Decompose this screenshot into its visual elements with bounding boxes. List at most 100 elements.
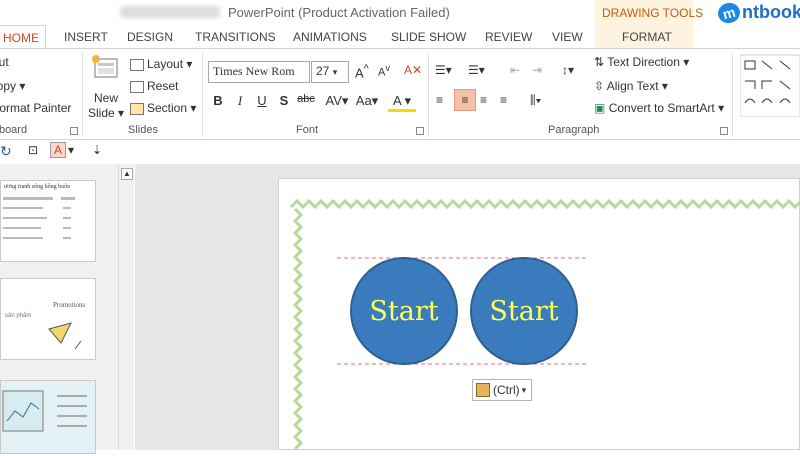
- slide-thumbnail[interactable]: [0, 380, 96, 454]
- align-text-icon: ⇳: [594, 79, 605, 93]
- text-direction-icon: ⇅: [594, 55, 605, 69]
- start-circle-shape[interactable]: Start: [470, 257, 578, 365]
- chevron-down-icon: ▾: [190, 101, 197, 115]
- justify-icon[interactable]: ≡: [500, 93, 507, 107]
- chart-thumbnail-icon: [2, 390, 87, 432]
- font-launcher-icon[interactable]: [416, 127, 424, 135]
- format-painter-label: Format Painter: [0, 101, 72, 115]
- paper-plane-icon: [48, 322, 82, 350]
- chevron-down-icon: ▾: [332, 67, 338, 77]
- layout-button[interactable]: Layout ▾: [130, 57, 192, 71]
- ribbon-tabs: HOME INSERT DESIGN TRANSITIONS ANIMATION…: [0, 25, 800, 50]
- quick-access-toolbar: ↻ ⊡ A ▾ ⇣: [0, 140, 800, 164]
- text-direction-button[interactable]: ⇅ Text Direction ▾: [594, 55, 689, 69]
- chevron-down-icon: ▾: [661, 79, 668, 93]
- format-painter-button[interactable]: Format Painter: [0, 101, 71, 115]
- slide-thumbnail[interactable]: Promotions sản phẩm: [0, 278, 96, 360]
- clear-formatting-icon[interactable]: A✕: [404, 63, 422, 77]
- thumbnail-title: ương tranh sông hồng buôn: [4, 184, 71, 190]
- tab-insert[interactable]: INSERT: [64, 25, 108, 50]
- thumbnail-scrollbar[interactable]: ▲: [118, 164, 134, 450]
- clipboard-launcher-icon[interactable]: [70, 127, 78, 135]
- section-button[interactable]: Section ▾: [130, 101, 196, 115]
- chevron-down-icon: ▾: [718, 101, 725, 115]
- shapes-gallery[interactable]: [739, 53, 800, 118]
- paste-options-button[interactable]: (Ctrl) ▾: [472, 379, 532, 401]
- slide-thumbnails-pane: ương tranh sông hồng buôn Promotions sản…: [0, 164, 118, 454]
- line-spacing-icon[interactable]: ↕▾: [562, 63, 574, 77]
- font-name-combo[interactable]: Times New Rom: [208, 61, 310, 83]
- new-slide-button[interactable]: Slide ▾: [88, 106, 124, 120]
- drawing-tools-label: DRAWING TOOLS: [602, 6, 704, 20]
- reset-button[interactable]: Reset: [130, 79, 178, 93]
- underline-icon[interactable]: U: [252, 93, 272, 108]
- numbering-icon[interactable]: ☰▾: [468, 63, 485, 77]
- font-group-label: Font: [296, 124, 319, 136]
- reset-icon: [130, 80, 144, 93]
- convert-smartart-button[interactable]: ▣ Convert to SmartArt ▾: [594, 101, 724, 115]
- char-spacing-icon[interactable]: AV▾: [322, 93, 352, 109]
- tab-transitions[interactable]: TRANSITIONS: [195, 25, 276, 50]
- divider: [202, 53, 203, 137]
- italic-icon[interactable]: I: [230, 93, 250, 109]
- chevron-down-icon[interactable]: ▾: [68, 143, 74, 157]
- brand-logo: m ntbook: [715, 0, 800, 26]
- font-size-combo[interactable]: 27 ▾: [311, 61, 349, 83]
- clipboard-group-label: Clipboard: [0, 124, 28, 136]
- redo-icon[interactable]: ↻: [0, 143, 12, 160]
- slides-group-label: Slides: [128, 124, 158, 136]
- slideshow-icon[interactable]: ⊡: [28, 143, 38, 157]
- start-circle-shape[interactable]: Start: [350, 257, 458, 365]
- change-case-icon[interactable]: Aa▾: [352, 93, 382, 109]
- copy-button[interactable]: Copy ▾: [0, 79, 25, 93]
- copy-label: Copy: [0, 79, 17, 93]
- slide-thumbnail[interactable]: ương tranh sông hồng buôn: [0, 180, 96, 262]
- align-left-icon[interactable]: ≡: [436, 93, 443, 107]
- tab-home[interactable]: HOME: [0, 25, 46, 50]
- ribbon: Cut Copy ▾ Format Painter Clipboard New …: [0, 48, 800, 140]
- align-text-button[interactable]: ⇳ Align Text ▾: [594, 79, 668, 93]
- tab-animations[interactable]: ANIMATIONS: [293, 25, 367, 50]
- divider: [82, 53, 83, 137]
- font-color-qat-icon[interactable]: A: [50, 142, 66, 158]
- columns-icon[interactable]: ⫼▾: [530, 93, 541, 108]
- tab-review[interactable]: REVIEW: [485, 25, 532, 50]
- window-title: PowerPoint (Product Activation Failed): [228, 5, 450, 20]
- divider: [732, 53, 733, 137]
- customize-qat-icon[interactable]: ⇣: [92, 143, 102, 157]
- new-slide-label[interactable]: New: [94, 91, 118, 105]
- tab-slide-show[interactable]: SLIDE SHOW: [391, 25, 466, 50]
- increase-indent-icon[interactable]: ⇥: [532, 63, 542, 77]
- layout-icon: [130, 58, 144, 71]
- shrink-font-icon[interactable]: Av: [378, 63, 390, 79]
- blurred-filename: [120, 6, 220, 18]
- chevron-down-icon: ▾: [186, 57, 193, 71]
- clipboard-icon: [476, 383, 490, 397]
- grow-font-icon[interactable]: A^: [355, 63, 369, 80]
- tab-format[interactable]: FORMAT: [622, 25, 672, 50]
- bullets-icon[interactable]: ☰▾: [435, 63, 452, 77]
- shadow-icon[interactable]: S: [274, 93, 294, 108]
- section-icon: [130, 102, 144, 115]
- tab-view[interactable]: VIEW: [552, 25, 583, 50]
- chevron-down-icon: ▾: [683, 55, 690, 69]
- smartart-icon: ▣: [594, 101, 606, 115]
- align-center-icon[interactable]: ≡: [454, 89, 476, 111]
- scroll-up-icon[interactable]: ▲: [121, 168, 133, 180]
- thumbnail-table: [3, 197, 75, 239]
- divider: [428, 53, 429, 137]
- decrease-indent-icon[interactable]: ⇤: [510, 63, 520, 77]
- cut-button[interactable]: Cut: [0, 55, 9, 69]
- tab-design[interactable]: DESIGN: [127, 25, 173, 50]
- font-color-icon[interactable]: A ▾: [388, 93, 416, 112]
- chevron-down-icon: ▾: [118, 106, 125, 120]
- strikethrough-icon[interactable]: abc: [296, 93, 316, 105]
- new-slide-icon[interactable]: [90, 53, 122, 81]
- shapes-icon: [739, 54, 800, 118]
- align-right-icon[interactable]: ≡: [480, 93, 487, 107]
- paragraph-launcher-icon[interactable]: [720, 127, 728, 135]
- bold-icon[interactable]: B: [208, 93, 228, 108]
- chevron-down-icon: ▾: [19, 79, 26, 93]
- logo-icon: m: [715, 0, 743, 26]
- slide-canvas[interactable]: Start Start: [278, 178, 800, 451]
